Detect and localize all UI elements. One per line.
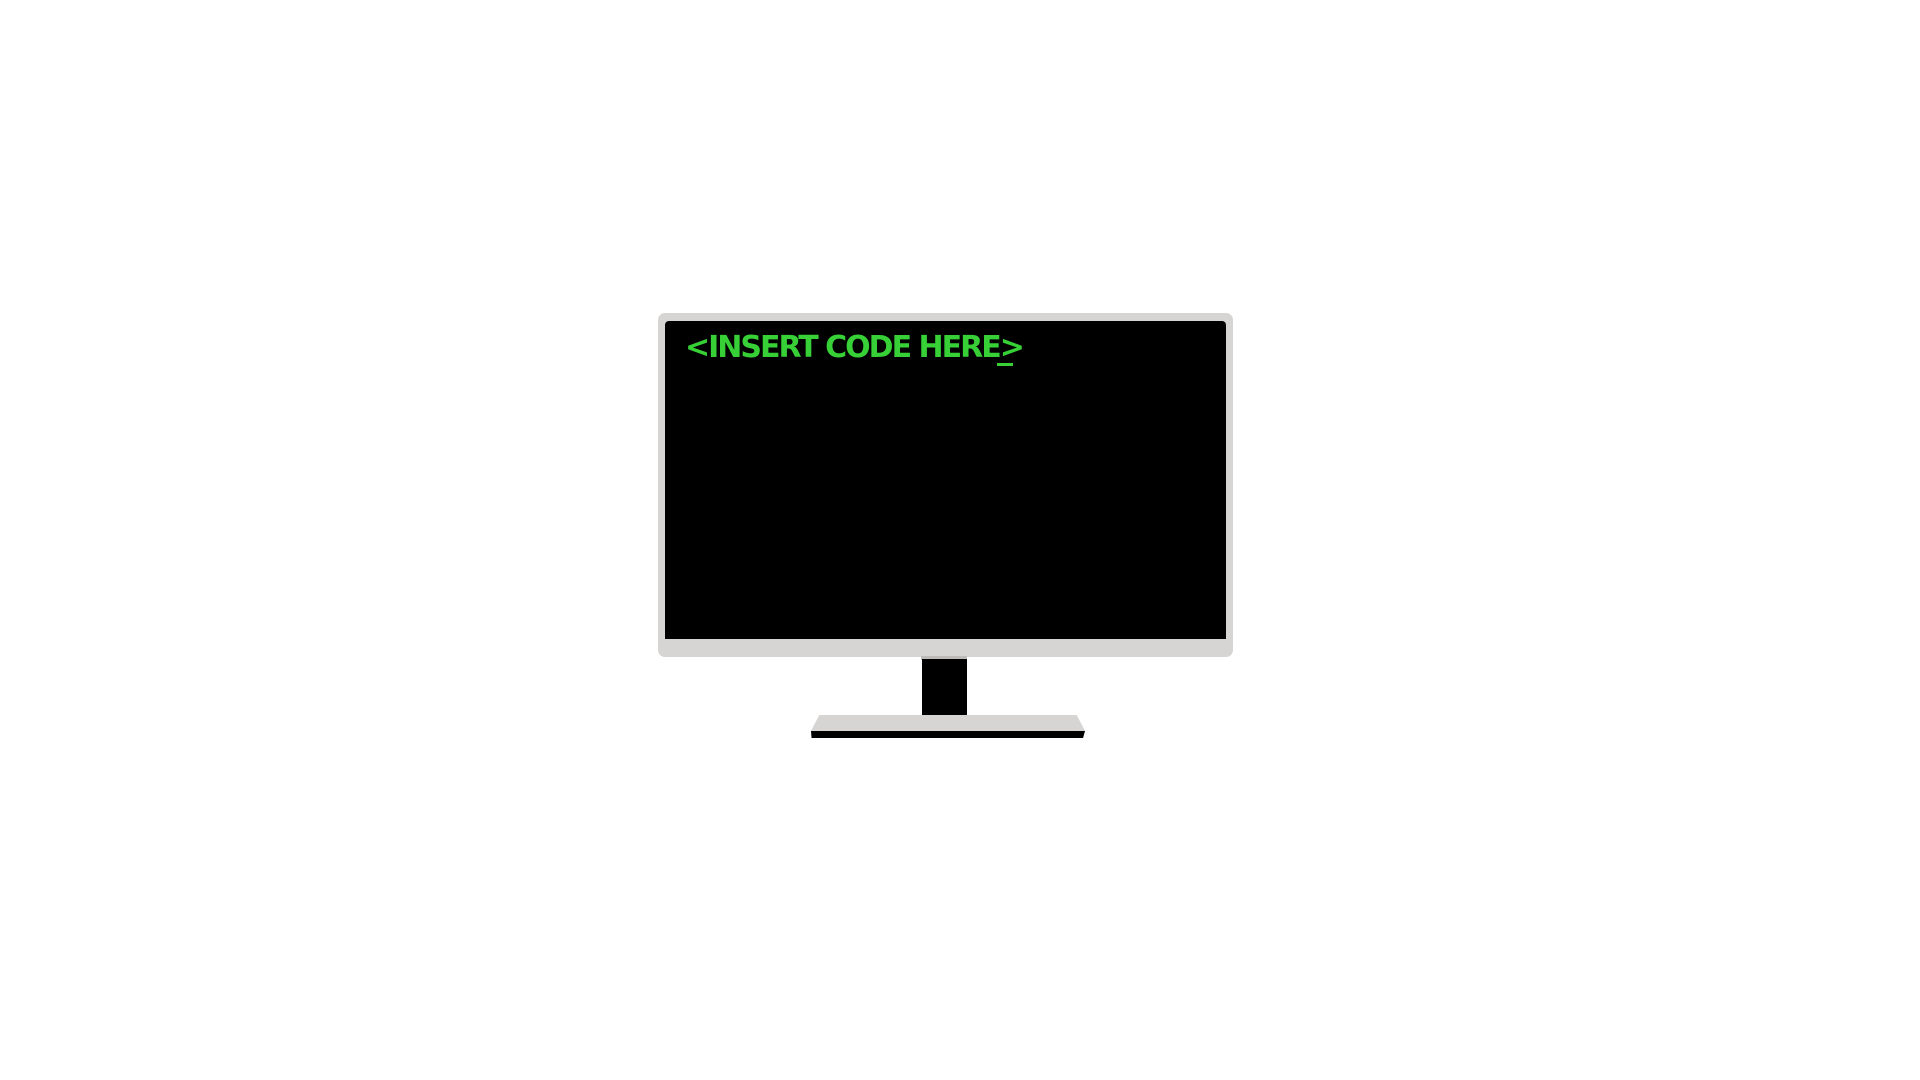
text-cursor <box>997 363 1013 366</box>
scene: <INSERT CODE HERE> <box>0 0 1920 1080</box>
stand-base-edge <box>811 731 1085 738</box>
stand-base <box>811 715 1085 731</box>
monitor-screen[interactable]: <INSERT CODE HERE> <box>665 321 1226 639</box>
terminal-prompt-text: <INSERT CODE HERE> <box>685 330 1025 365</box>
